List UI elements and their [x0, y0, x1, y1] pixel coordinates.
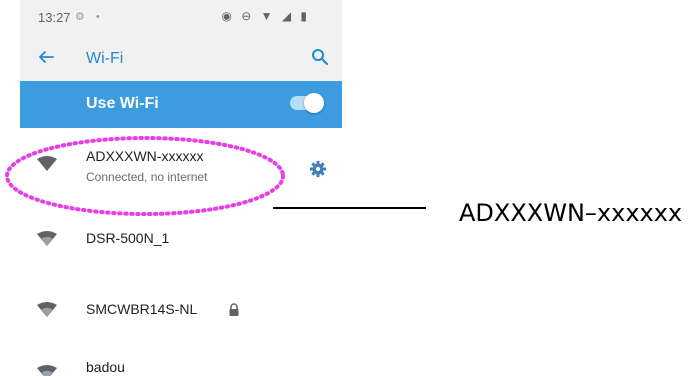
wifi-switch[interactable]	[290, 93, 324, 113]
callout-line	[273, 207, 426, 209]
status-time: 13:27	[38, 10, 71, 25]
network-name: SMCWBR14S-NL	[86, 301, 198, 317]
page-title: Wi-Fi	[86, 50, 124, 67]
highlight-ellipse	[5, 136, 285, 216]
lock-icon	[229, 303, 239, 316]
use-wifi-toggle-row[interactable]: Use Wi-Fi	[20, 81, 342, 128]
back-arrow-icon[interactable]	[36, 47, 56, 67]
network-name: DSR-500N_1	[86, 230, 170, 246]
network-item[interactable]: badou	[20, 353, 342, 376]
wifi-signal-icon	[37, 365, 57, 376]
system-status-icons: ◉ ⊖ ▼ ◢ ▮	[221, 9, 310, 23]
wifi-signal-icon	[37, 302, 57, 317]
network-name: badou	[86, 359, 125, 375]
network-item[interactable]: SMCWBR14S-NL	[20, 288, 342, 328]
gear-icon[interactable]	[309, 160, 327, 178]
switch-knob	[304, 93, 324, 113]
callout-label: ADXXXWN–xxxxxx	[459, 199, 683, 227]
use-wifi-label: Use Wi-Fi	[86, 95, 159, 112]
status-bar: 13:27 ⚙ • ◉ ⊖ ▼ ◢ ▮	[20, 0, 342, 36]
notification-icons: ⚙ •	[75, 11, 104, 23]
network-item[interactable]: DSR-500N_1	[20, 218, 342, 258]
wifi-signal-icon	[37, 231, 57, 246]
search-icon[interactable]	[310, 47, 330, 67]
app-bar: Wi-Fi	[20, 36, 342, 81]
